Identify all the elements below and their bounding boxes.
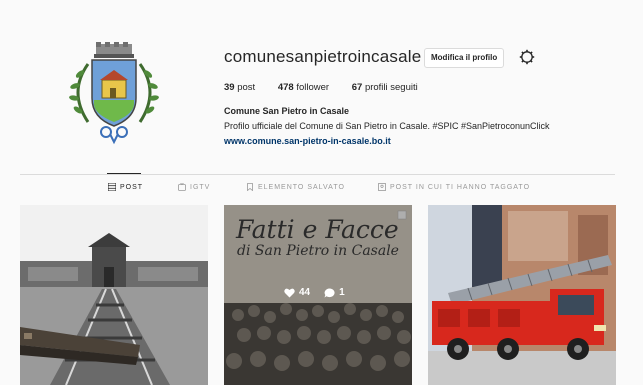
heart-icon [284,288,295,297]
profile-username: comunesanpietroincasale [224,47,422,66]
followers-stat[interactable]: 478 follower [278,82,329,93]
post-cover-subtitle: di San Pietro in Casale [237,243,399,259]
followers-label: follower [296,82,330,93]
bio-name: Comune San Pietro in Casale [224,106,350,116]
following-label: profili seguiti [364,82,418,93]
posts-stat: 39 post [224,82,255,93]
post-cover-title: Fatti e Facce [236,215,399,244]
gear-icon[interactable] [519,49,535,65]
tab-igtv[interactable]: IGTV [178,183,210,191]
tab-saved[interactable]: ELEMENTO SALVATO [246,183,345,191]
posts-grid: Fatti e Facce di San Pietro in Casale 44… [0,205,643,385]
likes-count: 44 [299,287,311,298]
bio-website-link[interactable]: www.comune.san-pietro-in-casale.bo.it [224,136,391,146]
fire-truck-photo [428,205,616,385]
profile-stats: 39 post 478 follower 67 profili seguiti [224,82,438,93]
post-thumbnail[interactable] [20,205,208,385]
post-thumbnail[interactable]: Fatti e Facce di San Pietro in Casale 44… [224,205,412,385]
likes-count-group: 44 [284,287,310,298]
tabs-divider [20,174,615,175]
comments-count: 1 [339,287,345,298]
tab-igtv-label: IGTV [190,183,211,191]
posts-label: post [237,82,256,93]
comment-icon [324,287,335,297]
following-count: 67 [351,82,363,93]
grid-icon [108,183,116,191]
igtv-icon [178,183,186,191]
edit-profile-button[interactable]: Modifica il profilo [424,48,505,68]
tab-tagged-label: POST IN CUI TI HANNO TAGGATO [390,183,531,191]
followers-count: 478 [277,82,294,93]
active-tab-indicator [107,173,141,174]
bio-text: Profilo ufficiale del Comune di San Piet… [224,121,550,131]
tab-post[interactable]: POST [108,183,143,191]
tab-post-label: POST [120,183,144,191]
profile-avatar[interactable] [58,42,170,146]
posts-count: 39 [224,82,235,93]
railway-photo [20,205,208,385]
post-engagement: 44 1 [284,287,345,298]
tab-tagged[interactable]: POST IN CUI TI HANNO TAGGATO [378,183,530,191]
profile-tabs: POST IGTV ELEMENTO SALVATO POST IN CUI T… [0,183,643,197]
post-thumbnail[interactable] [428,205,616,385]
tag-icon [378,183,386,191]
tab-saved-label: ELEMENTO SALVATO [258,183,345,191]
bookmark-icon [247,183,253,191]
comments-count-group: 1 [324,287,345,298]
following-stat[interactable]: 67 profili seguiti [352,82,418,93]
coat-of-arms-icon [69,42,159,145]
profile-header: comunesanpietroincasale Modifica il prof… [0,0,643,170]
